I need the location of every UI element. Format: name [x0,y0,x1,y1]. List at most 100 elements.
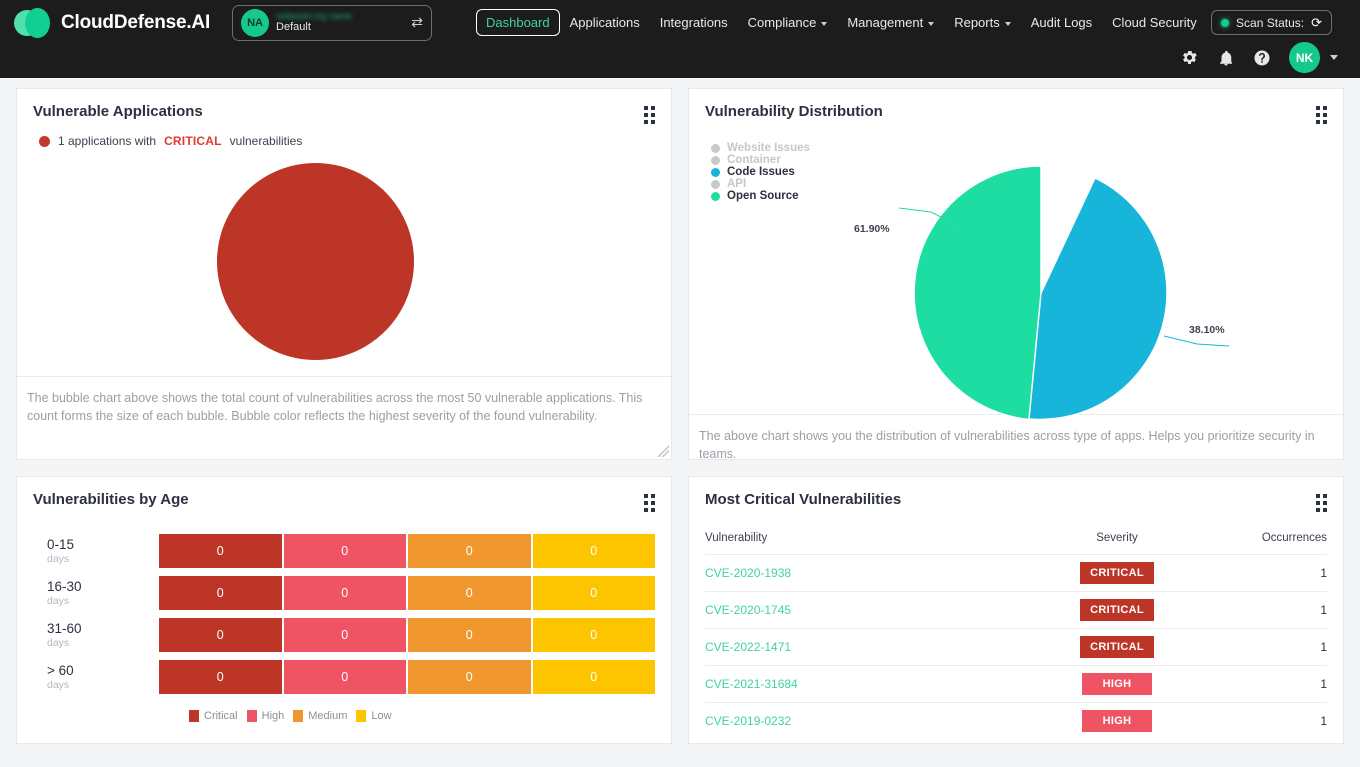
bar-high[interactable]: 0 [284,576,407,610]
scan-status-button[interactable]: Scan Status: ⟳ [1211,10,1332,35]
bar-medium[interactable]: 0 [408,534,531,568]
age-range: 0-15 [47,537,159,553]
bar-high[interactable]: 0 [284,534,407,568]
cve-link[interactable]: CVE-2020-1938 [705,566,791,580]
account-avatar: NA [241,9,269,37]
legend-item-medium[interactable]: Medium [293,710,347,722]
pie-slice-code-issues[interactable] [1029,178,1167,419]
occurrences-value: 1 [1217,666,1327,703]
legend-item-low[interactable]: Low [356,710,391,722]
bar-critical[interactable]: 0 [159,618,282,652]
bar-critical[interactable]: 0 [159,576,282,610]
legend-item-container[interactable]: Container [711,154,810,166]
bar-medium[interactable]: 0 [408,576,531,610]
table-row: CVE-2021-31684 HIGH 1 [705,666,1327,703]
cve-link[interactable]: CVE-2020-1745 [705,603,791,617]
table-row: CVE-2022-1471 CRITICAL 1 [705,629,1327,666]
legend-swatch [189,710,199,722]
status-badge: CRITICAL [1080,562,1154,584]
bar-critical[interactable]: 0 [159,660,282,694]
bar-medium[interactable]: 0 [408,618,531,652]
table-row: CVE-2020-1745 CRITICAL 1 [705,592,1327,629]
bell-icon[interactable] [1217,49,1235,67]
legend-item-api[interactable]: API [711,178,810,190]
column-header-vulnerability[interactable]: Vulnerability [705,526,1017,555]
nav-item-reports[interactable]: Reports [944,9,1021,36]
cve-link[interactable]: CVE-2021-31684 [705,677,798,691]
card-most-critical-vulnerabilities: Most Critical Vulnerabilities Vulnerabil… [688,476,1344,744]
cve-link[interactable]: CVE-2019-0232 [705,714,791,728]
legend-text-prefix: 1 applications with [58,134,156,148]
refresh-icon[interactable]: ⟳ [1311,15,1322,31]
drag-handle-icon[interactable] [1316,494,1327,512]
bar-low[interactable]: 0 [533,534,656,568]
drag-handle-icon[interactable] [1316,106,1327,124]
legend-label: Container [727,154,781,166]
legend-severity-word: CRITICAL [164,134,222,148]
main-navigation: Dashboard Applications Integrations Comp… [476,9,1207,36]
legend-item-critical[interactable]: Critical [189,710,238,722]
age-row: 16-30 days 0 0 0 0 [33,576,655,610]
bubble-critical[interactable] [217,163,414,360]
pie-chart-area: Website Issues Container Code Issues API… [689,124,1343,414]
gear-icon[interactable] [1180,48,1199,67]
help-icon[interactable] [1253,49,1271,67]
nav-item-integrations[interactable]: Integrations [650,9,738,36]
nav-label: Dashboard [486,15,550,30]
critical-vulnerabilities-table: Vulnerability Severity Occurrences CVE-2… [689,512,1343,739]
legend-item-open-source[interactable]: Open Source [711,190,810,202]
nav-item-applications[interactable]: Applications [560,9,650,36]
occurrences-value: 1 [1217,555,1327,592]
card-vulnerable-applications: Vulnerable Applications 1 applications w… [16,88,672,460]
age-bars: 0 0 0 0 [159,618,655,652]
age-row-label: 0-15 days [33,537,159,565]
bar-critical[interactable]: 0 [159,534,282,568]
brand-logo[interactable]: CloudDefense.AI [14,8,210,38]
card-header: Vulnerable Applications [17,89,671,124]
age-row-label: 31-60 days [33,621,159,649]
card-header: Vulnerabilities by Age [17,477,671,512]
account-org-name-blurred: redacted org name [276,11,404,21]
legend-label: Low [371,710,391,722]
status-badge: HIGH [1082,673,1152,695]
pie-chart-legend: Website Issues Container Code Issues API… [711,142,810,202]
age-unit: days [47,553,159,565]
bar-high[interactable]: 0 [284,618,407,652]
swap-arrows-icon[interactable]: ⇄ [411,14,423,31]
column-header-occurrences[interactable]: Occurrences [1217,526,1327,555]
account-selector[interactable]: NA redacted org name Default ⇄ [232,5,432,41]
bar-low[interactable]: 0 [533,660,656,694]
occurrences-value: 1 [1217,703,1327,740]
user-avatar[interactable]: NK [1289,42,1320,73]
legend-item-high[interactable]: High [247,710,285,722]
card-header: Most Critical Vulnerabilities [689,477,1343,512]
chevron-down-icon[interactable] [1330,55,1338,60]
nav-item-management[interactable]: Management [837,9,944,36]
drag-handle-icon[interactable] [644,494,655,512]
bar-low[interactable]: 0 [533,576,656,610]
nav-item-compliance[interactable]: Compliance [738,9,838,36]
age-range: 31-60 [47,621,159,637]
page-title: Vulnerabilities by Age [33,491,189,508]
nav-item-dashboard[interactable]: Dashboard [476,9,560,36]
nav-item-audit-logs[interactable]: Audit Logs [1021,9,1102,36]
cve-link[interactable]: CVE-2022-1471 [705,640,791,654]
clouddefense-logo-icon [14,8,50,38]
legend-item-code-issues[interactable]: Code Issues [711,166,810,178]
nav-item-cloud-security[interactable]: Cloud Security [1102,9,1207,36]
chevron-down-icon [928,22,934,26]
legend-swatch [293,710,303,722]
bar-low[interactable]: 0 [533,618,656,652]
resize-handle[interactable] [657,445,669,457]
bar-medium[interactable]: 0 [408,660,531,694]
legend-label: API [727,178,746,190]
critical-dot-icon [39,136,50,147]
column-header-severity[interactable]: Severity [1017,526,1217,555]
bar-high[interactable]: 0 [284,660,407,694]
age-unit: days [47,595,159,607]
legend-swatch [711,180,720,189]
legend-text-suffix: vulnerabilities [230,134,303,148]
status-badge: CRITICAL [1080,636,1154,658]
legend-item-website-issues[interactable]: Website Issues [711,142,810,154]
drag-handle-icon[interactable] [644,106,655,124]
